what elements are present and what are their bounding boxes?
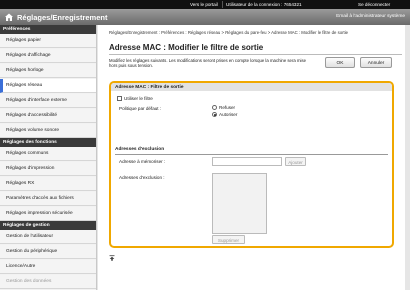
sidebar-item-volume[interactable]: Réglages volume sonore [0, 124, 96, 138]
sidebar-item-accessibility[interactable]: Réglages d'accessibilité [0, 109, 96, 123]
sidebar-item-network[interactable]: Réglages réseau [0, 79, 96, 93]
cancel-button[interactable]: Annuler [360, 57, 392, 68]
sidebar-item-file-access[interactable]: Paramètres d'accès aux fichiers [0, 192, 96, 206]
sidebar-heading-functions: Réglages des fonctions [0, 138, 96, 147]
divider [115, 154, 388, 155]
app-title: Réglages/Enregistrement [17, 13, 108, 22]
sidebar-item-data-management[interactable]: Gestion des données [0, 275, 96, 289]
page-title: Adresse MAC : Modifier le filtre de sort… [109, 43, 264, 52]
intro-text: Modifiez les réglages suivants. Les modi… [109, 58, 307, 69]
panel-heading: Adresse MAC : Filtre de sortie [111, 83, 392, 91]
default-policy-label: Politique par défaut : [119, 106, 162, 111]
use-filter-checkbox[interactable] [117, 96, 122, 101]
back-to-top-icon[interactable] [109, 255, 115, 261]
main-content: Réglages/Enregistrement : Préférences : … [98, 25, 410, 290]
admin-email-link[interactable]: Email à l'administrateur système [336, 14, 405, 19]
add-button[interactable]: Ajouter [285, 157, 306, 166]
logout-link[interactable]: Se déconnecter [358, 2, 390, 7]
policy-refuse-radio[interactable] [212, 105, 217, 110]
policy-allow-label: Autoriser [219, 112, 238, 117]
sidebar-item-external-interface[interactable]: Réglages d'interface externe [0, 94, 96, 108]
policy-refuse-label: Refuser [219, 105, 236, 110]
sidebar-item-rx[interactable]: Réglages RX [0, 177, 96, 191]
sidebar-item-device-management[interactable]: Gestion du périphérique [0, 245, 96, 259]
separator [222, 1, 223, 8]
exception-list-label: Adresses d'exclusion : [119, 175, 165, 180]
login-user-info: Utilisateur de la connexion : 7654321 [226, 2, 302, 7]
use-filter-label: Utiliser le filtre [124, 96, 153, 101]
address-to-store-input[interactable] [212, 157, 282, 166]
sidebar-item-display[interactable]: Réglages d'affichage [0, 49, 96, 63]
scroll-gutter [405, 25, 410, 290]
sidebar-item-secure-print[interactable]: Réglages impression sécurisée [0, 207, 96, 221]
breadcrumb[interactable]: Réglages/Enregistrement : Préférences : … [109, 30, 399, 35]
top-bar: Vers le portail Utilisateur de la connex… [0, 0, 410, 9]
mac-filter-panel: Adresse MAC : Filtre de sortie Utiliser … [109, 81, 394, 248]
delete-button[interactable]: Supprimer [212, 235, 245, 244]
policy-allow-radio[interactable] [212, 112, 217, 117]
sidebar-item-common[interactable]: Réglages communs [0, 147, 96, 161]
sidebar-item-paper[interactable]: Réglages papier [0, 34, 96, 48]
portal-link[interactable]: Vers le portail [190, 2, 218, 7]
ok-button[interactable]: OK [325, 57, 355, 68]
sidebar-item-user-management[interactable]: Gestion de l'utilisateur [0, 230, 96, 244]
home-icon[interactable] [4, 12, 14, 22]
exception-address-list[interactable] [212, 173, 267, 234]
sidebar-heading-preferences: Préférences [0, 25, 96, 34]
sidebar-item-license-other[interactable]: Licence/Autre [0, 260, 96, 274]
sidebar-item-clock[interactable]: Réglages horloge [0, 64, 96, 78]
address-to-store-label: Adresse à mémoriser : [119, 159, 166, 164]
sidebar-heading-management: Réglages de gestion [0, 221, 96, 230]
sidebar-item-printer[interactable]: Réglages d'impression [0, 162, 96, 176]
sidebar: Préférences Réglages papier Réglages d'a… [0, 25, 97, 290]
header-bar: Réglages/Enregistrement Email à l'admini… [0, 9, 410, 25]
divider [109, 54, 402, 55]
exceptions-heading: Adresses d'exclusion [115, 147, 165, 152]
